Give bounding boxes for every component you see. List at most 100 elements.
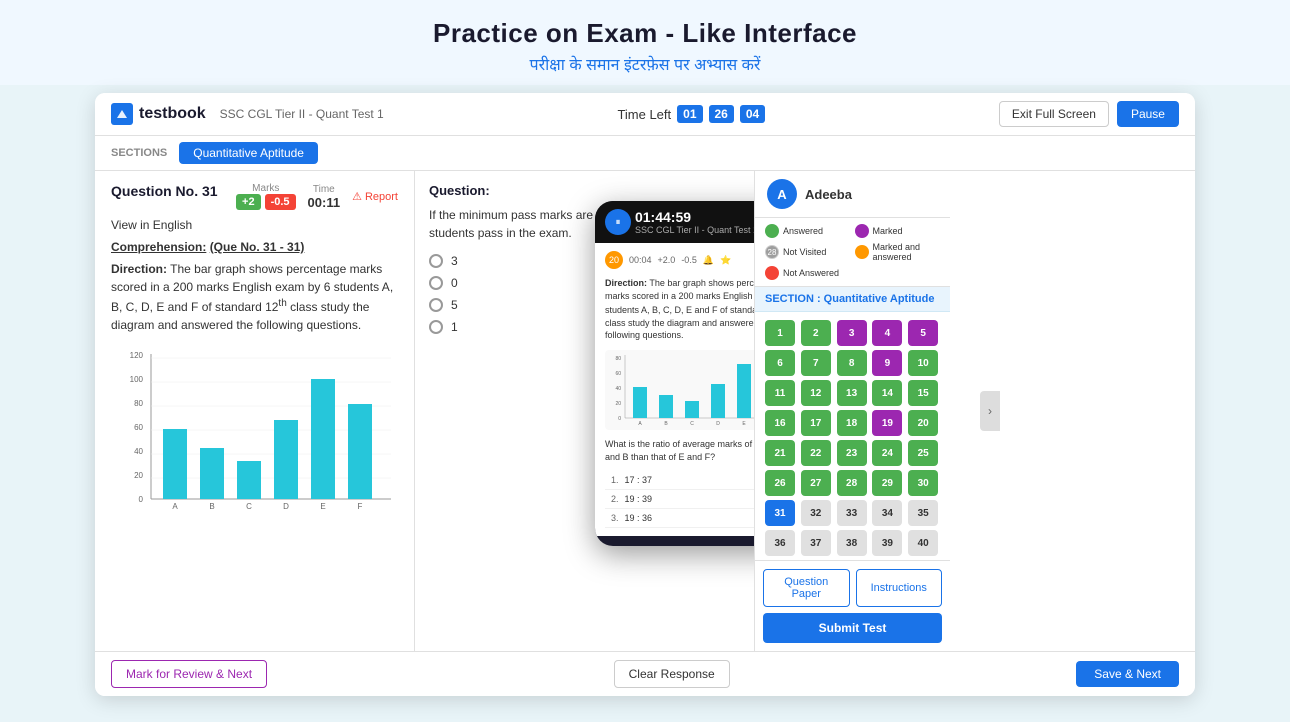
question-section: Question: If the minimum pass marks are … bbox=[415, 171, 755, 651]
mark-review-button[interactable]: Mark for Review & Next bbox=[111, 660, 267, 688]
svg-text:120: 120 bbox=[130, 351, 144, 360]
question-number-22[interactable]: 22 bbox=[801, 440, 831, 466]
timer-area: Time Left 01 26 04 bbox=[617, 105, 765, 123]
question-number-11[interactable]: 11 bbox=[765, 380, 795, 406]
question-number-7[interactable]: 7 bbox=[801, 350, 831, 376]
comprehension-header: Comprehension: (Que No. 31 - 31) bbox=[111, 240, 398, 254]
submit-test-button[interactable]: Submit Test bbox=[763, 613, 942, 643]
timer-s: 04 bbox=[740, 105, 765, 123]
question-number-5[interactable]: 5 bbox=[908, 320, 938, 346]
svg-text:0: 0 bbox=[139, 495, 144, 504]
mobile-overlay: ⏸ 01:44:59 SSC CGL Tier II - Quant Test … bbox=[595, 201, 755, 546]
page-title-hindi: परीक्षा के समान इंटरफ़ेस पर अभ्यास करें bbox=[0, 53, 1290, 75]
mobile-option-2: 2. 19 : 39 bbox=[605, 490, 755, 509]
section-tabs: SECTIONS Quantitative Aptitude bbox=[95, 136, 1195, 171]
question-number-1[interactable]: 1 bbox=[765, 320, 795, 346]
question-number-21[interactable]: 21 bbox=[765, 440, 795, 466]
question-number-26[interactable]: 26 bbox=[765, 470, 795, 496]
question-number-38[interactable]: 38 bbox=[837, 530, 867, 556]
page-header: Practice on Exam - Like Interface परीक्ष… bbox=[0, 0, 1290, 85]
question-number-9[interactable]: 9 bbox=[872, 350, 902, 376]
mobile-play-icon[interactable]: ⏸ bbox=[605, 209, 631, 235]
question-number-20[interactable]: 20 bbox=[908, 410, 938, 436]
svg-text:F: F bbox=[358, 502, 363, 511]
question-number-15[interactable]: 15 bbox=[908, 380, 938, 406]
question-number-10[interactable]: 10 bbox=[908, 350, 938, 376]
svg-text:A: A bbox=[172, 502, 178, 511]
svg-text:60: 60 bbox=[615, 371, 621, 377]
question-number-4[interactable]: 4 bbox=[872, 320, 902, 346]
question-number-19[interactable]: 19 bbox=[872, 410, 902, 436]
svg-text:E: E bbox=[320, 502, 325, 511]
svg-text:40: 40 bbox=[615, 386, 621, 392]
section-title: SECTION : Quantitative Aptitude bbox=[755, 287, 950, 312]
svg-text:80: 80 bbox=[134, 399, 143, 408]
time-label: Time bbox=[308, 184, 341, 195]
question-number-3[interactable]: 3 bbox=[837, 320, 867, 346]
pause-button[interactable]: Pause bbox=[1117, 101, 1179, 127]
svg-text:40: 40 bbox=[134, 447, 143, 456]
question-grid: 1234567891011121314151617181920212223242… bbox=[755, 312, 950, 560]
bottom-action-bar: Mark for Review & Next Clear Response Sa… bbox=[95, 651, 1195, 696]
marks-label: Marks bbox=[236, 183, 296, 194]
question-number-37[interactable]: 37 bbox=[801, 530, 831, 556]
question-number-34[interactable]: 34 bbox=[872, 500, 902, 526]
question-number-13[interactable]: 13 bbox=[837, 380, 867, 406]
svg-text:D: D bbox=[716, 421, 720, 427]
sections-label: SECTIONS bbox=[111, 147, 167, 159]
question-number-17[interactable]: 17 bbox=[801, 410, 831, 436]
panel-toggle-arrow[interactable]: › bbox=[980, 391, 1000, 431]
question-number-27[interactable]: 27 bbox=[801, 470, 831, 496]
mobile-option-3: 3. 19 : 36 bbox=[605, 509, 755, 528]
question-number-36[interactable]: 36 bbox=[765, 530, 795, 556]
question-number-23[interactable]: 23 bbox=[837, 440, 867, 466]
question-number-33[interactable]: 33 bbox=[837, 500, 867, 526]
exit-fullscreen-button[interactable]: Exit Full Screen bbox=[999, 101, 1109, 127]
svg-text:A: A bbox=[638, 421, 642, 427]
logo-text: testbook bbox=[139, 105, 206, 123]
question-number-28[interactable]: 28 bbox=[837, 470, 867, 496]
question-number-2[interactable]: 2 bbox=[801, 320, 831, 346]
question-number-18[interactable]: 18 bbox=[837, 410, 867, 436]
top-bar: testbook SSC CGL Tier II - Quant Test 1 … bbox=[95, 93, 1195, 136]
direction-text: Direction: The bar graph shows percentag… bbox=[111, 260, 398, 334]
question-number-6[interactable]: 6 bbox=[765, 350, 795, 376]
question-number-24[interactable]: 24 bbox=[872, 440, 902, 466]
question-number-14[interactable]: 14 bbox=[872, 380, 902, 406]
exam-container: testbook SSC CGL Tier II - Quant Test 1 … bbox=[95, 93, 1195, 696]
question-number-8[interactable]: 8 bbox=[837, 350, 867, 376]
question-number-39[interactable]: 39 bbox=[872, 530, 902, 556]
svg-text:C: C bbox=[246, 502, 252, 511]
instructions-button[interactable]: Instructions bbox=[856, 569, 943, 607]
svg-text:100: 100 bbox=[130, 375, 144, 384]
mobile-direction: Direction: The bar graph shows percentag… bbox=[605, 277, 755, 342]
question-number-31[interactable]: 31 bbox=[765, 500, 795, 526]
question-number-40[interactable]: 40 bbox=[908, 530, 938, 556]
view-in-selector[interactable]: View in English bbox=[111, 218, 398, 232]
question-number-35[interactable]: 35 bbox=[908, 500, 938, 526]
question-number-16[interactable]: 16 bbox=[765, 410, 795, 436]
timer-label: Time Left bbox=[617, 107, 671, 122]
question-number-30[interactable]: 30 bbox=[908, 470, 938, 496]
question-paper-button[interactable]: Question Paper bbox=[763, 569, 850, 607]
user-avatar: A bbox=[767, 179, 797, 209]
question-number-32[interactable]: 32 bbox=[801, 500, 831, 526]
question-number-29[interactable]: 29 bbox=[872, 470, 902, 496]
svg-text:B: B bbox=[664, 421, 668, 427]
bar-chart: 0 20 40 60 80 100 120 bbox=[111, 344, 401, 529]
save-next-button[interactable]: Save & Next bbox=[1076, 661, 1179, 687]
user-name: Adeeba bbox=[805, 187, 852, 202]
marks-negative: -0.5 bbox=[265, 194, 296, 210]
question-number-25[interactable]: 25 bbox=[908, 440, 938, 466]
svg-text:D: D bbox=[283, 502, 289, 511]
mobile-q-icon: 20 bbox=[605, 251, 623, 269]
svg-text:B: B bbox=[209, 502, 214, 511]
question-number-12[interactable]: 12 bbox=[801, 380, 831, 406]
marks-positive: +2 bbox=[236, 194, 261, 210]
svg-text:C: C bbox=[690, 421, 694, 427]
question-label: Question: bbox=[429, 183, 740, 198]
clear-response-button[interactable]: Clear Response bbox=[614, 660, 730, 688]
tab-quantitative[interactable]: Quantitative Aptitude bbox=[179, 142, 318, 164]
report-button[interactable]: ⚠ Report bbox=[352, 190, 398, 203]
mobile-question-text: What is the ratio of average marks of st… bbox=[605, 438, 755, 463]
